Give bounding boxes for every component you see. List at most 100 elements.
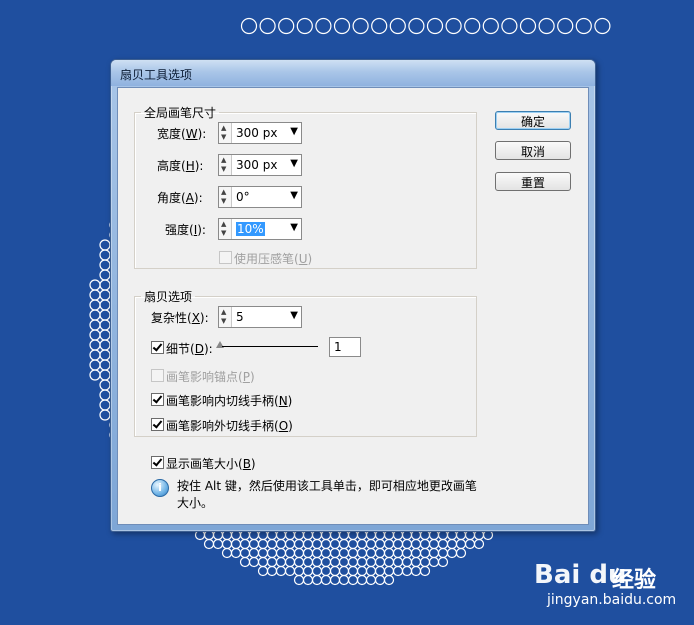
background-circle bbox=[446, 547, 458, 559]
chevron-down-icon[interactable]: ▼ bbox=[290, 158, 298, 169]
width-combo[interactable]: ▲ ▼ 300 px ▼ bbox=[218, 122, 302, 144]
background-circle bbox=[428, 547, 440, 559]
background-circle bbox=[221, 547, 233, 559]
height-combo[interactable]: ▲ ▼ 300 px ▼ bbox=[218, 154, 302, 176]
background-circle bbox=[383, 547, 395, 559]
background-circle bbox=[464, 17, 481, 35]
background-circle bbox=[99, 399, 111, 411]
background-circle bbox=[347, 538, 359, 550]
background-circle bbox=[293, 547, 305, 559]
background-circle bbox=[401, 556, 413, 568]
background-circle bbox=[371, 17, 388, 35]
background-circle bbox=[99, 339, 111, 351]
intensity-spinner[interactable]: ▲ ▼ bbox=[219, 219, 232, 239]
background-circle bbox=[338, 556, 350, 568]
detail-value-field[interactable]: 1 bbox=[329, 337, 361, 357]
angle-value[interactable]: 0° bbox=[236, 190, 250, 204]
background-circle bbox=[437, 538, 449, 550]
background-circle bbox=[311, 556, 323, 568]
width-value[interactable]: 300 px bbox=[236, 126, 277, 140]
background-circle bbox=[284, 565, 296, 577]
background-circle bbox=[99, 319, 111, 331]
show-brush-size-checkbox[interactable] bbox=[151, 456, 164, 469]
background-circle bbox=[89, 299, 101, 311]
background-circle bbox=[266, 565, 278, 577]
affect-out-handle-checkbox[interactable] bbox=[151, 418, 164, 431]
intensity-value[interactable]: 10% bbox=[236, 222, 265, 236]
background-circle bbox=[89, 319, 101, 331]
watermark-url: jingyan.baidu.com bbox=[547, 592, 677, 608]
background-circle bbox=[275, 565, 287, 577]
background-circle bbox=[426, 17, 444, 35]
background-circle bbox=[212, 538, 224, 550]
background-circle bbox=[356, 547, 368, 559]
chevron-down-icon[interactable]: ▼ bbox=[290, 126, 298, 137]
detail-slider-track[interactable] bbox=[222, 346, 318, 347]
background-circle bbox=[293, 565, 305, 577]
background-circle bbox=[99, 409, 111, 421]
background-circle bbox=[266, 538, 278, 550]
intensity-combo[interactable]: ▲ ▼ 10% ▼ bbox=[218, 218, 302, 240]
width-spinner[interactable]: ▲ ▼ bbox=[219, 123, 232, 143]
background-circle bbox=[356, 574, 368, 586]
background-circle bbox=[99, 289, 111, 301]
background-circle bbox=[338, 574, 350, 586]
detail-checkbox[interactable] bbox=[151, 341, 164, 354]
background-circle bbox=[293, 574, 305, 586]
background-circle bbox=[99, 259, 111, 271]
background-circle bbox=[594, 17, 611, 35]
background-circle bbox=[365, 565, 377, 577]
background-circle bbox=[410, 538, 422, 550]
affect-out-handle-label: 画笔影响外切线手柄(O) bbox=[166, 419, 293, 433]
angle-combo[interactable]: ▲ ▼ 0° ▼ bbox=[218, 186, 302, 208]
complexity-value[interactable]: 5 bbox=[236, 310, 244, 324]
width-label: 宽度(W): bbox=[157, 127, 207, 141]
info-icon: i bbox=[151, 479, 169, 497]
background-circle bbox=[266, 547, 278, 559]
background-circle bbox=[410, 547, 422, 559]
background-circle bbox=[275, 556, 287, 568]
ok-button[interactable]: 确定 bbox=[495, 111, 571, 130]
background-circle bbox=[99, 359, 111, 371]
background-circle bbox=[89, 309, 101, 321]
affect-in-handle-checkbox[interactable] bbox=[151, 393, 164, 406]
chevron-down-icon[interactable]: ▼ bbox=[290, 190, 298, 201]
background-circle bbox=[320, 556, 332, 568]
detail-label: 细节(D): bbox=[166, 342, 213, 356]
pressure-pen-checkbox[interactable] bbox=[219, 251, 232, 264]
global-brush-dimensions-legend: 全局画笔尺寸 bbox=[144, 106, 217, 120]
background-circle bbox=[239, 538, 251, 550]
affect-anchor-checkbox[interactable] bbox=[151, 369, 164, 382]
background-circle bbox=[365, 547, 377, 559]
reset-button[interactable]: 重置 bbox=[495, 172, 571, 191]
background-circle bbox=[99, 249, 111, 261]
chevron-down-icon[interactable]: ▼ bbox=[290, 222, 298, 233]
cancel-button[interactable]: 取消 bbox=[495, 141, 571, 160]
background-circle bbox=[302, 556, 314, 568]
background-circle bbox=[275, 547, 287, 559]
dialog-title-bar[interactable]: 扇贝工具选项 bbox=[111, 60, 595, 86]
complexity-combo[interactable]: ▲ ▼ 5 ▼ bbox=[218, 306, 302, 328]
background-circle bbox=[419, 565, 431, 577]
background-circle bbox=[315, 17, 332, 35]
jingyan-brand-text: 经验 bbox=[612, 568, 657, 593]
background-circle bbox=[347, 556, 359, 568]
background-circle bbox=[293, 556, 305, 568]
background-circle bbox=[392, 547, 404, 559]
chevron-down-icon[interactable]: ▼ bbox=[290, 310, 298, 321]
background-circle bbox=[320, 538, 332, 550]
height-spinner[interactable]: ▲ ▼ bbox=[219, 155, 232, 175]
background-circle bbox=[320, 574, 332, 586]
height-value[interactable]: 300 px bbox=[236, 158, 277, 172]
background-circle bbox=[419, 547, 431, 559]
background-circle bbox=[338, 565, 350, 577]
info-message: 按住 Alt 键，然后使用该工具单击，即可相应地更改画笔大小。 bbox=[177, 479, 477, 510]
angle-spinner[interactable]: ▲ ▼ bbox=[219, 187, 232, 207]
background-circle bbox=[538, 17, 555, 35]
background-circle bbox=[383, 538, 395, 550]
complexity-spinner[interactable]: ▲ ▼ bbox=[219, 307, 232, 327]
background-circle bbox=[401, 538, 413, 550]
background-circle bbox=[419, 556, 431, 568]
background-circle bbox=[230, 538, 242, 550]
dialog-title: 扇贝工具选项 bbox=[120, 68, 193, 82]
